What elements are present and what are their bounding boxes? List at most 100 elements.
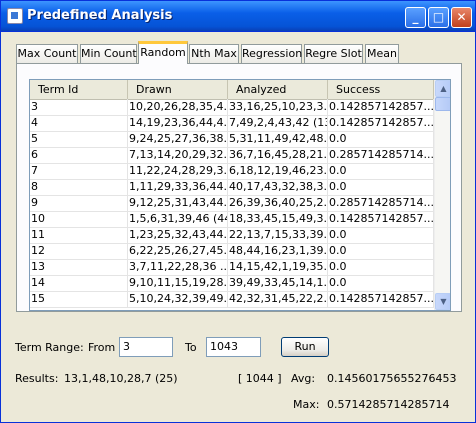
table-row[interactable]: 3 10,20,26,28,35,4... 33,16,25,10,23,3... 0…	[30, 99, 434, 116]
close-button[interactable]: ✕	[451, 7, 472, 28]
table-cell: 26,39,36,40,25,2...	[229, 195, 328, 211]
table-cell: 42,32,31,45,22,2...	[229, 291, 328, 307]
table-cell: 14	[30, 275, 128, 291]
maximize-button[interactable]: □	[428, 7, 449, 28]
tab-random[interactable]: Random	[138, 41, 188, 64]
table-cell: 48,44,16,23,1,39...	[229, 243, 328, 259]
max-value: 0.5714285714285714	[327, 398, 450, 411]
table-cell: 0.0	[328, 243, 434, 259]
random-tab-panel: Term Id Drawn Analyzed Success 3 10,20,26…	[16, 63, 462, 312]
results-table: Term Id Drawn Analyzed Success 3 10,20,26…	[29, 79, 451, 311]
table-cell: 0.142857142857...	[329, 99, 434, 115]
results-label: Results:	[15, 372, 59, 385]
table-row[interactable]: 10 1,5,6,31,39,46 (44) 18,33,45,15,49,3...…	[30, 211, 434, 228]
table-cell: 14,15,42,1,19,35...	[229, 259, 328, 275]
table-cell: 8	[30, 179, 128, 195]
to-label: To	[185, 341, 197, 354]
table-cell: 39,49,33,45,14,1...	[229, 275, 328, 291]
table-cell: 0.0	[328, 227, 434, 243]
scroll-thumb[interactable]	[435, 97, 450, 111]
from-label: From	[88, 341, 116, 354]
maximize-icon: □	[432, 10, 445, 24]
table-row[interactable]: 6 7,13,14,20,29,32... 36,7,16,45,28,21... 0…	[30, 147, 434, 164]
table-cell: 7,49,2,4,43,42 (13)	[229, 115, 328, 131]
table-row[interactable]: 9 9,12,25,31,43,44... 26,39,36,40,25,2... 0…	[30, 195, 434, 212]
results-count: [ 1044 ]	[238, 372, 282, 385]
column-header-success[interactable]: Success	[328, 80, 434, 99]
tab-max-count[interactable]: Max Count	[16, 44, 78, 63]
table-cell: 4	[30, 115, 128, 131]
table-cell: 10,20,26,28,35,4...	[129, 99, 228, 115]
table-row[interactable]: 14 9,10,11,15,19,28... 39,49,33,45,14,1...…	[30, 275, 434, 292]
table-cell: 36,7,16,45,28,21...	[229, 147, 328, 163]
tab-regre-slot[interactable]: Regre Slot	[304, 44, 363, 63]
table-cell: 3	[30, 99, 128, 115]
table-cell: 0.0	[328, 275, 434, 291]
table-cell: 9,12,25,31,43,44...	[129, 195, 228, 211]
table-cell: 10	[30, 211, 128, 227]
table-cell: 1,11,29,33,36,44...	[129, 179, 228, 195]
table-cell: 0.285714285714...	[329, 195, 434, 211]
table-cell: 1,5,6,31,39,46 (44)	[129, 211, 228, 227]
app-window: Predefined Analysis _ □ ✕ Max Count Min …	[0, 0, 476, 423]
term-range-label: Term Range:	[15, 341, 84, 354]
tab-regression[interactable]: Regression	[241, 44, 302, 63]
tab-mean[interactable]: Mean	[365, 44, 399, 63]
run-button[interactable]: Run	[281, 337, 329, 357]
table-row[interactable]: 11 1,23,25,32,43,44... 22,13,7,15,33,39...…	[30, 227, 434, 244]
to-field[interactable]: 1043	[206, 337, 261, 357]
table-cell: 9	[30, 195, 128, 211]
table-cell: 5,10,24,32,39,49...	[129, 291, 228, 307]
vertical-scrollbar[interactable]: ▲ ▼	[434, 80, 450, 310]
table-cell: 9,24,25,27,36,38...	[129, 131, 228, 147]
table-cell: 5	[30, 131, 128, 147]
minimize-icon: _	[412, 10, 419, 24]
table-cell: 0.0	[328, 179, 434, 195]
table-cell: 33,16,25,10,23,3...	[229, 99, 328, 115]
table-row[interactable]: 4 14,19,23,36,44,4... 7,49,2,4,43,42 (13) 0…	[30, 115, 434, 132]
table-row[interactable]: 13 3,7,11,22,28,36 ... 14,15,42,1,19,35...…	[30, 259, 434, 276]
from-field[interactable]: 3	[119, 337, 173, 357]
avg-value: 0.14560175655276453	[327, 372, 457, 385]
table-cell: 12	[30, 243, 128, 259]
minimize-button[interactable]: _	[405, 7, 426, 28]
scroll-up-icon[interactable]: ▲	[435, 80, 450, 97]
app-icon	[7, 8, 23, 24]
close-icon: ✕	[456, 10, 467, 24]
table-cell: 1,23,25,32,43,44...	[129, 227, 228, 243]
results-value: 13,1,48,10,28,7 (25)	[64, 372, 178, 385]
scroll-down-icon[interactable]: ▼	[435, 293, 450, 310]
title-bar[interactable]: Predefined Analysis _ □ ✕	[1, 1, 475, 32]
avg-label: Avg:	[291, 372, 316, 385]
table-cell: 7,13,14,20,29,32...	[129, 147, 228, 163]
table-cell: 22,13,7,15,33,39...	[229, 227, 328, 243]
table-row[interactable]: 12 6,22,25,26,27,45... 48,44,16,23,1,39...…	[30, 243, 434, 260]
table-cell: 6	[30, 147, 128, 163]
table-cell: 0.142857142857...	[329, 211, 434, 227]
table-cell: 6,18,12,19,46,23...	[229, 163, 328, 179]
table-header: Term Id Drawn Analyzed Success	[30, 80, 434, 100]
table-cell: 3,7,11,22,28,36 ...	[129, 259, 228, 275]
table-row[interactable]: 8 1,11,29,33,36,44... 40,17,43,32,38,3... 0…	[30, 179, 434, 196]
tab-min-count[interactable]: Min Count	[80, 44, 137, 63]
table-cell: 6,22,25,26,27,45...	[129, 243, 228, 259]
tab-nth-max[interactable]: Nth Max	[189, 44, 239, 63]
table-cell: 11,22,24,28,29,3...	[129, 163, 228, 179]
table-cell: 18,33,45,15,49,3...	[229, 211, 328, 227]
table-cell: 13	[30, 259, 128, 275]
table-cell: 14,19,23,36,44,4...	[129, 115, 228, 131]
table-row[interactable]: 15 5,10,24,32,39,49... 42,32,31,45,22,2...…	[30, 291, 434, 308]
column-header-term-id[interactable]: Term Id	[30, 80, 128, 99]
table-cell: 0.142857142857...	[329, 115, 434, 131]
column-header-analyzed[interactable]: Analyzed	[228, 80, 328, 99]
table-cell: 0.0	[328, 163, 434, 179]
table-cell: 0.0	[328, 259, 434, 275]
window-title: Predefined Analysis	[27, 8, 173, 23]
table-cell: 5,31,11,49,42,48...	[229, 131, 328, 147]
table-cell: 15	[30, 291, 128, 307]
max-label: Max:	[293, 398, 320, 411]
table-cell: 0.285714285714...	[329, 147, 434, 163]
table-row[interactable]: 5 9,24,25,27,36,38... 5,31,11,49,42,48... 0…	[30, 131, 434, 148]
table-row[interactable]: 7 11,22,24,28,29,3... 6,18,12,19,46,23... 0…	[30, 163, 434, 180]
column-header-drawn[interactable]: Drawn	[128, 80, 228, 99]
